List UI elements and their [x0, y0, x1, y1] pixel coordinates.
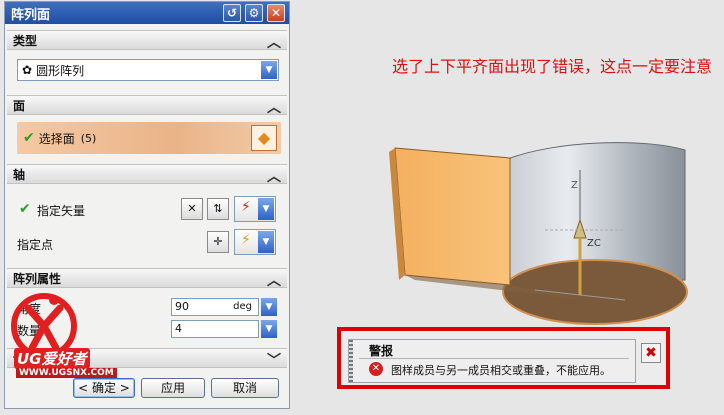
angle-input[interactable]: 90 deg — [171, 298, 259, 316]
section-face-header[interactable]: 面 ︿ — [7, 95, 287, 117]
annotation-note: 选了上下平齐面出现了错误，这点一定要注意 — [392, 57, 713, 76]
point-dialog-icon[interactable]: ✛ — [207, 231, 229, 253]
gear-icon[interactable]: ⚙ — [245, 4, 263, 22]
apply-button[interactable]: 应用 — [141, 378, 205, 398]
z-label: Z — [571, 180, 578, 191]
vector-label: 指定矢量 — [37, 204, 86, 218]
vector-icon: ⚡ — [241, 199, 251, 215]
error-highlight-frame: 警报 ✕ 图样成员与另一成员相交或重叠，不能应用。 ✖ — [337, 327, 670, 389]
dialog-title: 阵列面 — [11, 7, 51, 23]
error-icon: ✕ — [369, 362, 383, 376]
angle-dropdown-icon[interactable]: ▼ — [261, 298, 277, 316]
alert-title: 警报 — [369, 344, 394, 358]
angle-unit: deg — [233, 301, 252, 312]
count-input[interactable]: 4 — [171, 320, 259, 338]
face-selection-icon[interactable]: ◆ — [251, 125, 277, 151]
alert-divider — [359, 358, 629, 359]
circular-pattern-icon: ✿ — [22, 63, 33, 77]
section-props-label: 阵列属性 — [13, 271, 62, 286]
chevron-down-icon[interactable]: ▼ — [261, 61, 277, 79]
ugsnx-logo: UG爱好者 WWW.UGSNX.COM — [10, 286, 130, 386]
chevron-up-icon[interactable]: ︿ — [267, 166, 281, 186]
zc-label: ZC — [587, 238, 601, 249]
type-dropdown[interactable]: ✿ 圆形阵列 ▼ — [17, 59, 279, 81]
angle-value: 90 — [175, 300, 189, 313]
grip-handle[interactable] — [349, 340, 353, 382]
close-icon[interactable]: ✖ — [641, 343, 661, 363]
select-face-count: (5) — [80, 131, 97, 145]
section-axis-label: 轴 — [13, 167, 26, 182]
section-type-label: 类型 — [13, 33, 38, 48]
plate-face — [394, 147, 511, 286]
close-icon[interactable]: ✕ — [267, 4, 285, 22]
vector-type-dropdown[interactable]: ⚡ ▼ — [234, 196, 276, 222]
alert-message: 图样成员与另一成员相交或重叠，不能应用。 — [391, 364, 611, 377]
vector-reverse-icon[interactable]: ✕ — [181, 198, 203, 220]
count-dropdown-icon[interactable]: ▼ — [261, 320, 277, 338]
section-type-header[interactable]: 类型 ︿ — [7, 30, 287, 52]
dialog-titlebar[interactable]: 阵列面 ↺ ⚙ ✕ — [5, 2, 289, 24]
chevron-down-icon[interactable]: ▼ — [258, 231, 274, 253]
type-value: 圆形阵列 — [36, 63, 85, 78]
select-face-label: 选择面 — [38, 131, 75, 146]
chevron-down-icon[interactable]: ▼ — [258, 198, 274, 220]
count-value: 4 — [175, 322, 182, 335]
select-face-row[interactable]: ✔ 选择面 (5) ◆ — [17, 122, 281, 154]
vector-dialog-icon[interactable]: ⇅ — [207, 198, 229, 220]
chevron-up-icon[interactable]: ︿ — [267, 32, 281, 52]
alert-panel: 警报 ✕ 图样成员与另一成员相交或重叠，不能应用。 — [348, 339, 636, 383]
model-viewport[interactable]: ZC Z — [385, 130, 695, 330]
chevron-down-icon[interactable]: ﹀ — [267, 350, 281, 370]
section-props-header[interactable]: 阵列属性 ︿ — [7, 268, 287, 290]
point-icon: ⚡ — [241, 232, 251, 248]
chevron-up-icon[interactable]: ︿ — [267, 97, 281, 117]
check-icon: ✔ — [19, 201, 31, 217]
logo-brand: UG爱好者 — [14, 348, 90, 369]
section-face-label: 面 — [13, 98, 26, 113]
logo-url: WWW.UGSNX.COM — [16, 368, 117, 378]
cancel-button[interactable]: 取消 — [211, 378, 279, 398]
point-label: 指定点 — [17, 238, 54, 252]
check-icon: ✔ — [23, 130, 35, 146]
section-axis-header[interactable]: 轴 ︿ — [7, 164, 287, 186]
point-type-dropdown[interactable]: ⚡ ▼ — [234, 229, 276, 255]
chevron-up-icon[interactable]: ︿ — [267, 270, 281, 290]
reset-icon[interactable]: ↺ — [223, 4, 241, 22]
